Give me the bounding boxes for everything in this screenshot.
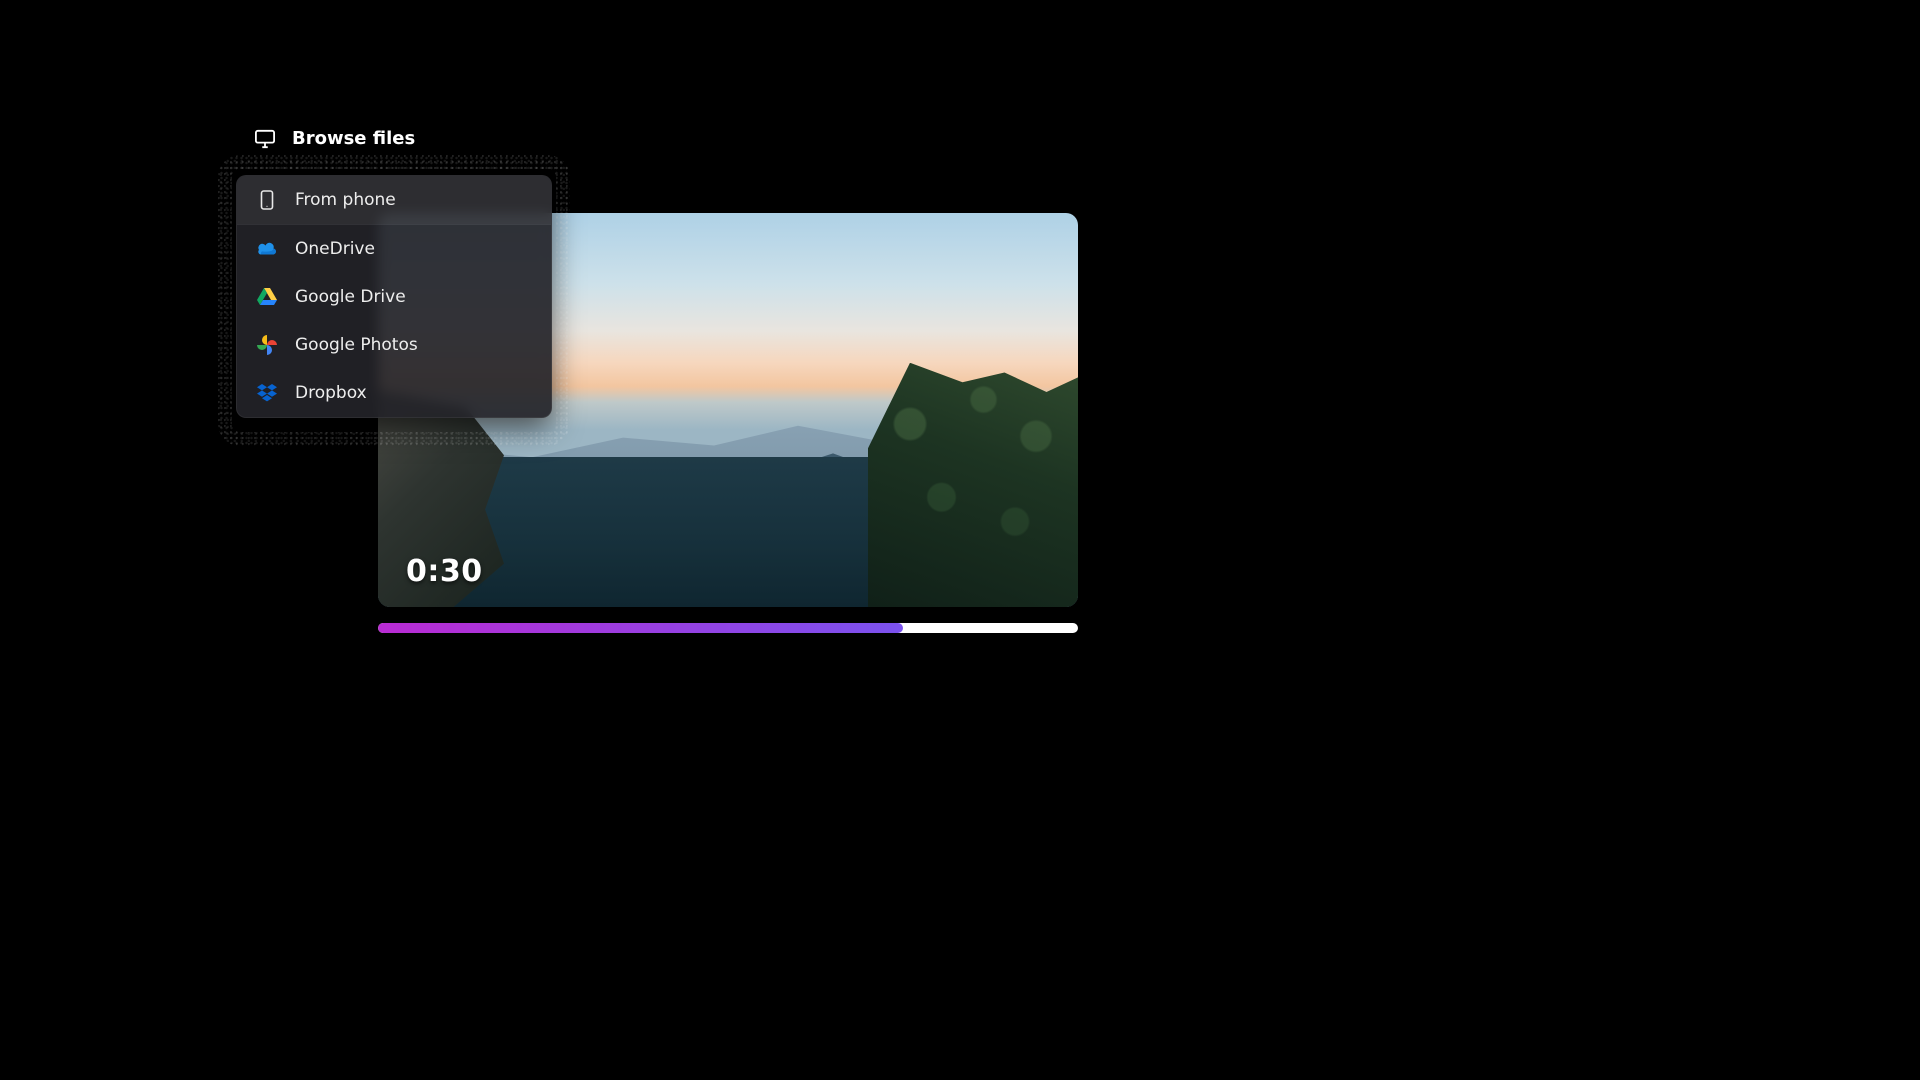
menu-item-google-photos[interactable]: Google Photos — [237, 321, 551, 369]
menu-item-onedrive[interactable]: OneDrive — [237, 225, 551, 273]
menu-item-label: From phone — [295, 190, 396, 210]
google-photos-icon — [257, 335, 277, 355]
phone-icon — [257, 190, 277, 210]
menu-item-from-phone[interactable]: From phone — [237, 176, 551, 224]
progress-bar[interactable] — [378, 623, 1078, 633]
source-menu: From phone OneDrive Google Drive — [236, 175, 552, 418]
onedrive-icon — [257, 239, 277, 259]
dropbox-icon — [257, 383, 277, 403]
menu-item-dropbox[interactable]: Dropbox — [237, 369, 551, 417]
video-timestamp: 0:30 — [406, 554, 483, 589]
browse-files-button[interactable]: Browse files — [254, 128, 415, 149]
menu-item-label: OneDrive — [295, 239, 375, 259]
monitor-icon — [254, 129, 276, 149]
browse-files-label: Browse files — [292, 128, 415, 149]
menu-item-label: Google Photos — [295, 335, 418, 355]
source-menu-container: From phone OneDrive Google Drive — [218, 155, 570, 446]
menu-item-label: Dropbox — [295, 383, 367, 403]
menu-item-label: Google Drive — [295, 287, 406, 307]
progress-fill — [378, 623, 903, 633]
google-drive-icon — [257, 287, 277, 307]
menu-item-google-drive[interactable]: Google Drive — [237, 273, 551, 321]
